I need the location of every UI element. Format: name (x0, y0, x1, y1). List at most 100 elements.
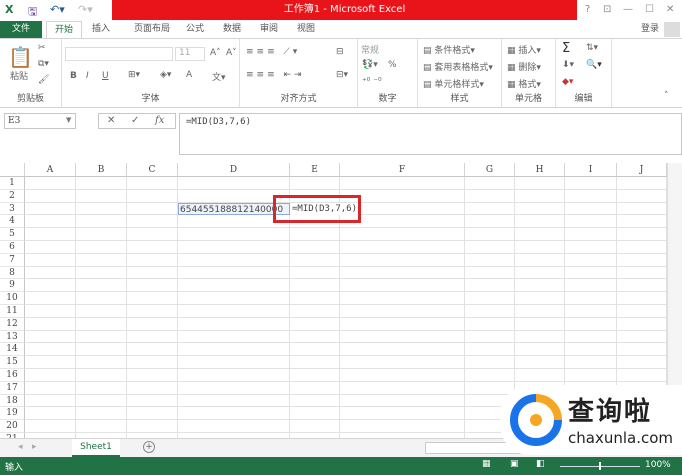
minimize-button[interactable]: — (623, 4, 633, 15)
merge-icon[interactable]: ⊟▾ (336, 70, 348, 80)
zoom-slider-thumb[interactable] (599, 462, 601, 470)
help-button[interactable]: ? (585, 4, 590, 15)
select-all-corner[interactable] (0, 163, 25, 177)
sheet-tab-sheet1[interactable]: Sheet1 (72, 439, 120, 457)
row-header-12[interactable]: 12 (0, 317, 25, 331)
row-header-7[interactable]: 7 (0, 253, 25, 267)
row-header-16[interactable]: 16 (0, 369, 25, 382)
phonetic-icon[interactable]: 文▾ (212, 70, 226, 83)
close-button[interactable]: ✕ (666, 4, 674, 15)
ribbon-display-button[interactable]: ⊡ (603, 4, 611, 15)
autosum-button[interactable]: Σ (562, 41, 570, 56)
copy-icon[interactable]: ⧉▾ (38, 59, 49, 69)
formula-input[interactable]: =MID(D3,7,6) (179, 113, 682, 155)
column-header-F[interactable]: F (340, 163, 465, 177)
undo-icon[interactable]: ↶▾ (50, 3, 65, 16)
column-header-A[interactable]: A (25, 163, 76, 177)
column-header-J[interactable]: J (617, 163, 667, 177)
underline-button[interactable]: U (102, 71, 109, 81)
decimal-icons[interactable]: ⁺⁰ ⁻⁰ (362, 77, 382, 87)
row-header-15[interactable]: 15 (0, 356, 25, 369)
column-header-G[interactable]: G (465, 163, 515, 177)
tab-formulas[interactable]: 公式 (180, 21, 210, 38)
row-header-1[interactable]: 1 (0, 177, 25, 190)
login-link[interactable]: 登录 (638, 21, 662, 38)
row-header-18[interactable]: 18 (0, 394, 25, 408)
font-size-select[interactable]: 11 (175, 47, 205, 61)
fill-color-icon[interactable]: ◈▾ (160, 70, 171, 80)
maximize-button[interactable]: ☐ (645, 4, 654, 15)
column-header-E[interactable]: E (290, 163, 340, 177)
enter-icon[interactable]: ✓ (131, 115, 139, 126)
number-format-select[interactable]: 常规 (361, 43, 413, 56)
column-header-B[interactable]: B (76, 163, 127, 177)
row-header-10[interactable]: 10 (0, 292, 25, 305)
next-sheet-icon[interactable]: ▸ (32, 442, 37, 452)
cut-icon[interactable]: ✂ (38, 43, 46, 53)
sort-filter-icon[interactable]: ⇅▾ (586, 43, 598, 53)
row-header-9[interactable]: 9 (0, 279, 25, 293)
insert-cells-button[interactable]: ▦ 插入▾ (507, 43, 541, 56)
avatar[interactable] (664, 22, 680, 37)
cancel-icon[interactable]: ✕ (107, 115, 115, 126)
add-sheet-button[interactable]: + (143, 441, 155, 453)
row-header-4[interactable]: 4 (0, 215, 25, 229)
cell-styles-button[interactable]: ▤ 单元格样式▾ (423, 77, 484, 90)
border-icon[interactable]: ⊞▾ (128, 70, 140, 80)
name-box-dropdown-icon[interactable]: ▼ (66, 116, 71, 124)
row-header-3[interactable]: 3 (0, 202, 25, 216)
save-icon[interactable]: 🖫 (28, 3, 37, 22)
font-name-select[interactable] (65, 47, 173, 61)
row-header-13[interactable]: 13 (0, 330, 25, 344)
shrink-font-button[interactable]: A˅ (226, 48, 237, 58)
row-header-2[interactable]: 2 (0, 189, 25, 203)
redo-icon[interactable]: ↷▾ (78, 3, 93, 16)
format-as-table-button[interactable]: ▤ 套用表格格式▾ (423, 60, 493, 73)
percent-button[interactable]: % (388, 60, 397, 70)
normal-view-icon[interactable]: ▦ (482, 459, 491, 469)
font-color-button[interactable]: A (186, 70, 192, 80)
tab-home[interactable]: 开始 (46, 21, 82, 38)
column-header-H[interactable]: H (515, 163, 565, 177)
fill-icon[interactable]: ⬇▾ (562, 60, 574, 70)
tab-insert[interactable]: 插入 (84, 21, 118, 38)
paste-icon[interactable]: 📋 (8, 45, 33, 69)
italic-button[interactable]: I (86, 71, 89, 81)
clear-icon[interactable]: ◆▾ (562, 77, 573, 87)
grow-font-button[interactable]: A˄ (210, 48, 221, 58)
prev-sheet-icon[interactable]: ◂ (18, 442, 23, 452)
tab-view[interactable]: 视图 (290, 21, 322, 38)
column-header-C[interactable]: C (127, 163, 178, 177)
row-gridline (25, 380, 667, 382)
format-cells-button[interactable]: ▦ 格式▾ (507, 77, 541, 90)
vertical-align-icons[interactable]: ≡≡≡ ⟋▾ (246, 47, 300, 57)
wrap-text-icon[interactable]: ⊟ (336, 47, 344, 57)
page-break-view-icon[interactable]: ◧ (536, 459, 545, 469)
insert-function-icon[interactable]: fx (155, 115, 164, 126)
row-header-8[interactable]: 8 (0, 266, 25, 280)
horizontal-align-icons[interactable]: ≡≡≡ ⇤⇥ (246, 70, 305, 80)
column-header-I[interactable]: I (565, 163, 617, 177)
delete-cells-button[interactable]: ▦ 删除▾ (507, 60, 541, 73)
zoom-level[interactable]: 100% (645, 460, 671, 470)
row-header-14[interactable]: 14 (0, 343, 25, 357)
tab-review[interactable]: 审阅 (254, 21, 284, 38)
tab-page-layout[interactable]: 页面布局 (124, 21, 180, 38)
row-header-19[interactable]: 19 (0, 407, 25, 421)
tab-file[interactable]: 文件 (0, 21, 42, 38)
currency-icon[interactable]: 💱▾ (362, 60, 378, 70)
row-header-5[interactable]: 5 (0, 228, 25, 241)
row-header-6[interactable]: 6 (0, 241, 25, 254)
tab-data[interactable]: 数据 (216, 21, 248, 38)
collapse-ribbon-icon[interactable]: ˄ (664, 91, 669, 101)
row-header-17[interactable]: 17 (0, 381, 25, 395)
row-header-20[interactable]: 20 (0, 420, 25, 433)
format-painter-icon[interactable]: 🖌 (38, 75, 49, 85)
paste-button[interactable]: 粘贴 (10, 69, 28, 82)
row-header-11[interactable]: 11 (0, 305, 25, 318)
page-layout-view-icon[interactable]: ▣ (510, 459, 519, 469)
bold-button[interactable]: B (70, 71, 77, 81)
column-header-D[interactable]: D (178, 163, 290, 177)
conditional-format-button[interactable]: ▤ 条件格式▾ (423, 43, 475, 56)
find-icon[interactable]: 🔍▾ (586, 60, 602, 70)
